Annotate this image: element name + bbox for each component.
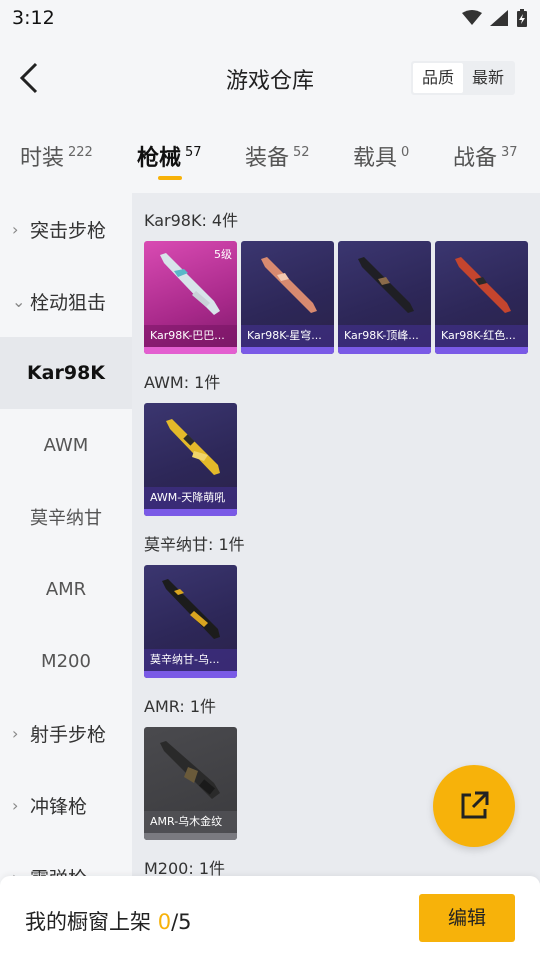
sidebar-item-label: 射手步枪 [30,723,107,746]
sidebar-item-assault-rifle[interactable]: › 突击步枪 [0,193,132,265]
chevron-down-icon: ⌄ [12,291,26,311]
tab-fashion[interactable]: 时装 222 [20,140,93,172]
tab-equipment[interactable]: 装备 52 [245,140,310,172]
tab-label: 枪械 [137,146,182,171]
sidebar-item-amr[interactable]: AMR [0,553,132,625]
rifle-icon [261,257,317,313]
edit-button[interactable]: 编辑 [419,894,515,942]
chevron-right-icon: › [12,723,19,743]
sort-option-newest[interactable]: 最新 [463,63,513,93]
sidebar-item-label: 冲锋枪 [30,795,88,818]
tab-count: 57 [185,145,202,160]
rifle-icon [358,257,414,313]
status-time: 3:12 [12,7,55,29]
share-button[interactable] [433,765,515,847]
share-external-icon [461,791,489,819]
battery-icon [517,9,527,27]
category-tabs: 时装 222 枪械 57 装备 52 载具 0 战备 37 [0,120,540,192]
rifle-icon [166,419,220,475]
quality-bar [338,347,431,354]
sidebar-item-bolt-sniper[interactable]: ⌄ 栓动狙击 [0,265,132,337]
sidebar-item-label: 突击步枪 [30,219,107,242]
showcase-label: 我的橱窗上架 [25,910,151,934]
app-header: 游戏仓库 品质 最新 [0,36,540,120]
showcase-current: 0 [157,910,172,934]
quality-bar [241,347,334,354]
tab-count: 52 [293,145,310,160]
weapon-name: AMR-乌木金纹 [144,811,237,833]
sidebar-item-label: AMR [45,578,87,600]
sidebar-item-label: 栓动狙击 [30,291,107,314]
sort-toggle: 品质 最新 [410,61,515,95]
showcase-total: /5 [171,910,192,934]
tab-supplies[interactable]: 战备 37 [453,140,518,172]
group-title: 莫辛纳甘: 1件 [144,535,245,554]
quality-bar [435,347,528,354]
sidebar-item-label: M200 [41,650,91,672]
tab-count: 37 [501,145,518,160]
sidebar-item-marksman-rifle[interactable]: › 射手步枪 [0,697,132,769]
sidebar-item-label: AWM [43,434,89,456]
weapon-name: Kar98K-巴巴... [144,325,237,347]
tab-vehicles[interactable]: 载具 0 [353,140,409,172]
chevron-right-icon: › [12,219,19,239]
signal-icon [490,10,508,26]
weapon-name: AWM-天降萌吼 [144,487,237,509]
tab-count: 0 [401,145,410,160]
sidebar-item-m200[interactable]: M200 [0,625,132,697]
tab-weapons[interactable]: 枪械 57 [137,140,202,172]
tab-count: 222 [68,145,93,160]
sidebar-item-label: Kar98K [26,362,106,384]
sidebar-item-mosin[interactable]: 莫辛纳甘 [0,481,132,553]
quality-bar [144,347,237,354]
weapon-name: Kar98K-顶峰... [338,325,431,347]
status-bar: 3:12 [0,0,540,36]
sidebar-item-label: 莫辛纳甘 [30,508,102,529]
sidebar-item-smg[interactable]: › 冲锋枪 [0,769,132,841]
chevron-right-icon: › [12,795,19,815]
quality-bar [144,833,237,840]
level-badge: 5级 [214,248,232,261]
rifle-icon [162,579,220,639]
tab-active-indicator [158,176,182,180]
quality-bar [144,509,237,516]
quality-bar [144,671,237,678]
group-title: AWM: 1件 [144,373,221,392]
showcase-bar: 我的橱窗上架 0/5 编辑 [0,876,540,960]
weapon-card[interactable]: Kar98K-顶峰... [338,241,431,354]
rifle-icon [160,741,220,799]
weapon-name: Kar98K-星穹... [241,325,334,347]
tab-label: 装备 [245,146,290,171]
sidebar-item-awm[interactable]: AWM [0,409,132,481]
sort-option-quality[interactable]: 品质 [412,63,463,93]
weapon-name: 莫辛纳甘-乌... [144,649,237,671]
status-icons [462,9,528,27]
wifi-icon [462,10,482,25]
back-button[interactable] [14,58,44,98]
sidebar-item-kar98k[interactable]: Kar98K [0,337,132,409]
group-title: AMR: 1件 [144,697,217,716]
back-arrow-icon [19,62,38,94]
screen: 3:12 游戏仓库 品质 最新 时装 222 枪械 57 装备 52 载具 0 战备 37… [0,0,540,960]
tab-label: 时装 [20,146,65,171]
weapon-card[interactable]: Kar98K-星穹... [241,241,334,354]
group-title: Kar98K: 4件 [144,211,239,230]
weapon-card[interactable]: 5级 Kar98K-巴巴... [144,241,237,354]
weapon-card[interactable]: AMR-乌木金纹 [144,727,237,840]
tab-label: 战备 [453,146,498,171]
showcase-count: 我的橱窗上架 0/5 [25,906,192,936]
weapon-card[interactable]: Kar98K-红色... [435,241,528,354]
weapon-card[interactable]: 莫辛纳甘-乌... [144,565,237,678]
weapon-sidebar: › 突击步枪 ⌄ 栓动狙击 Kar98K AWM 莫辛纳甘 AMR M200 › 射手… [0,193,132,883]
tab-label: 载具 [353,146,398,171]
weapon-name: Kar98K-红色... [435,325,528,347]
rifle-icon [455,257,511,313]
weapon-card[interactable]: AWM-天降萌吼 [144,403,237,516]
